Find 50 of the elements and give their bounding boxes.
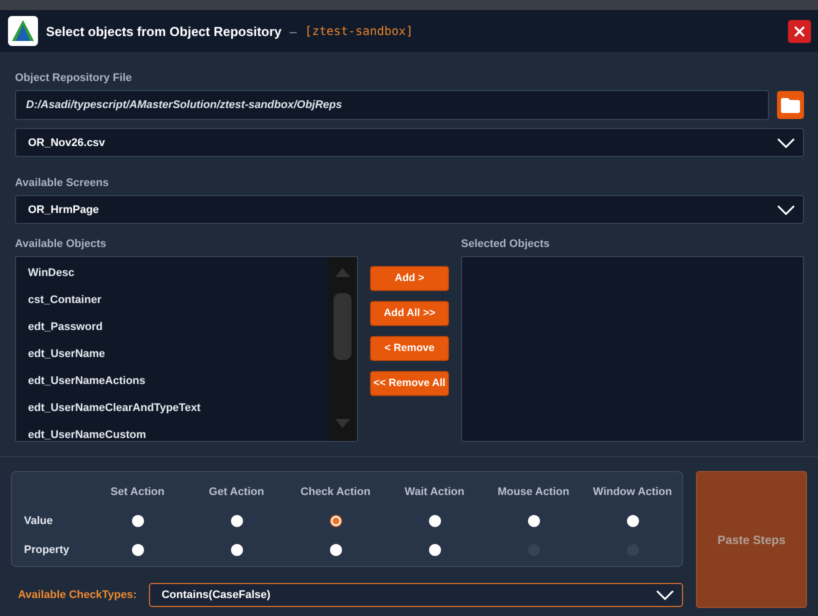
title-separator: – (290, 24, 297, 38)
field-label: Object Repository File (15, 72, 133, 84)
screen-dropdown[interactable]: OR_HrmPage (15, 195, 804, 224)
list-item[interactable]: edt_Password (28, 314, 328, 341)
column-header: Get Action (208, 486, 264, 498)
close-button[interactable] (788, 20, 811, 42)
list-label: Available Objects (15, 238, 108, 250)
list-item[interactable]: WinDesc (28, 260, 328, 287)
folder-icon (781, 98, 800, 112)
column-header: Wait Action (404, 486, 464, 498)
row-label: Value (23, 514, 53, 526)
radio-button[interactable] (528, 514, 540, 526)
column-header: Mouse Action (498, 486, 570, 498)
chevron-down-icon (777, 204, 795, 214)
column-header: Window Action (593, 486, 672, 498)
scrollbar-drawing[interactable] (328, 257, 357, 441)
list-item[interactable]: edt_UserNameClearAndTypeText (28, 395, 328, 422)
field-label: Available Screens (15, 177, 110, 189)
list-item[interactable]: edt_UserName (28, 341, 328, 368)
radio-button[interactable] (330, 544, 342, 556)
chevron-down-icon (656, 590, 674, 600)
radio-button[interactable] (132, 514, 144, 526)
browse-button[interactable] (777, 91, 804, 119)
transfer-button[interactable]: Add > (370, 266, 449, 291)
window-title: Select objects from Object Repository (46, 24, 282, 38)
list-item[interactable]: cst_Container (28, 287, 328, 314)
column-header: Set Action (110, 486, 164, 498)
close-icon (794, 26, 805, 36)
radio-button[interactable] (626, 514, 638, 526)
workspace-name: [ztest-sandbox] (304, 24, 414, 38)
chevron-down-icon (777, 138, 795, 148)
row-label: Property (23, 544, 70, 556)
radio-button[interactable] (428, 544, 440, 556)
radio-button[interactable] (428, 514, 440, 526)
path-field[interactable]: D:/Asadi/typescript/AMasterSolution/ztest-sandbox/ObjReps (15, 90, 769, 120)
list-item[interactable]: edt_UserNameCustom (28, 422, 328, 441)
list-item[interactable]: edt_UserNameActions (28, 368, 328, 395)
radio-button[interactable] (230, 514, 242, 526)
transfer-button[interactable]: Add All >> (370, 301, 449, 326)
list-label: Selected Objects (461, 238, 551, 250)
checktypes-label: Available CheckTypes: (18, 589, 137, 601)
file-dropdown[interactable]: OR_Nov26.csv (15, 128, 804, 157)
checktypes-dropdown[interactable]: Contains(CaseFalse) (148, 583, 683, 607)
radio-button[interactable] (132, 544, 144, 556)
column-header: Check Action (300, 486, 370, 498)
radio-button[interactable] (230, 544, 242, 556)
radio-button[interactable] (330, 514, 342, 526)
transfer-button[interactable]: << Remove All (370, 371, 449, 396)
transfer-button[interactable]: < Remove (370, 336, 449, 361)
app-logo-icon (8, 16, 38, 46)
